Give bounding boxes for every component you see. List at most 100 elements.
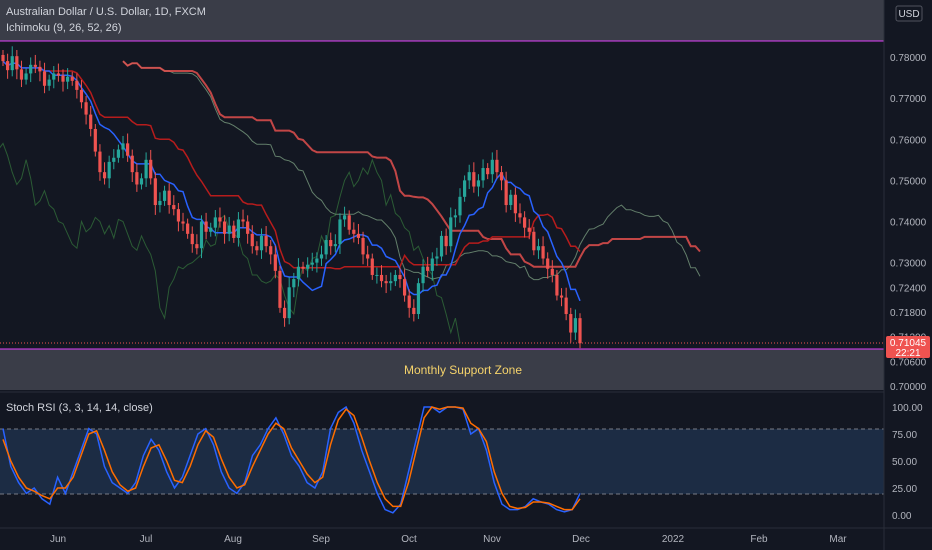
candle-body	[269, 246, 273, 255]
candle-body	[315, 258, 319, 263]
candle-body	[282, 307, 287, 319]
candle-body	[70, 76, 74, 81]
time-tick-label: Aug	[224, 534, 242, 545]
candle-body	[342, 215, 347, 220]
candle-body	[569, 314, 573, 333]
candle-body	[52, 73, 56, 80]
candle-body	[379, 274, 384, 282]
candle-body	[98, 151, 102, 173]
symbol-title[interactable]: Australian Dollar / U.S. Dollar, 1D, FXC…	[6, 6, 206, 18]
candle-body	[486, 168, 490, 175]
candle-body	[190, 233, 194, 245]
candle-body	[370, 258, 374, 275]
time-tick-label: Jul	[140, 534, 153, 545]
price-tick-label: 0.71800	[890, 308, 927, 319]
candle-body	[555, 274, 559, 296]
candle-body	[227, 225, 231, 234]
candle-body	[172, 205, 176, 210]
candle-body	[523, 217, 527, 228]
candle-body	[278, 270, 282, 308]
time-tick-label: 2022	[662, 534, 685, 545]
chart-canvas[interactable]: Monthly Support Zone Stoch RSI (3, 3, 14…	[0, 0, 932, 550]
candle-body	[102, 172, 107, 179]
price-tick-label: 0.74000	[890, 218, 927, 229]
candle-body	[89, 114, 93, 129]
candle-body	[559, 295, 564, 298]
candle-body	[107, 161, 111, 179]
candle-body	[19, 69, 24, 80]
candle-body	[38, 66, 42, 72]
candle-body	[329, 240, 333, 247]
candle-body	[504, 180, 508, 206]
time-tick-label: Oct	[401, 534, 417, 545]
candle-body	[246, 221, 250, 234]
candle-body	[236, 219, 241, 238]
candle-body	[84, 102, 88, 115]
candle-body	[449, 217, 453, 247]
stoch-tick-label: 25.00	[892, 484, 917, 495]
candle-body	[15, 56, 19, 70]
candle-body	[398, 274, 402, 280]
price-tick-label: 0.72400	[890, 283, 927, 294]
candle-body	[186, 223, 190, 234]
indicator-label[interactable]: Ichimoku (9, 26, 52, 26)	[6, 22, 122, 34]
candle-body	[306, 264, 310, 269]
candle-body	[255, 246, 259, 251]
candle-body	[375, 274, 379, 276]
candle-body	[421, 266, 425, 284]
candle-body	[296, 266, 301, 280]
candle-body	[162, 190, 167, 201]
candle-body	[301, 266, 305, 269]
candle-body	[153, 178, 157, 206]
candle-body	[532, 231, 536, 251]
candle-body	[407, 295, 411, 308]
support-zone-label: Monthly Support Zone	[404, 363, 522, 377]
candle-body	[356, 233, 361, 238]
candle-body	[430, 258, 434, 271]
candle-body	[499, 172, 504, 181]
candle-body	[204, 221, 208, 232]
stoch-tick-label: 0.00	[892, 511, 912, 522]
candle-body	[361, 237, 365, 255]
candle-body	[458, 196, 462, 216]
time-tick-label: Mar	[829, 534, 847, 545]
candle-body	[264, 235, 268, 247]
candle-body	[209, 227, 213, 232]
price-tick-label: 0.76000	[890, 135, 927, 146]
candle-body	[75, 80, 79, 90]
candle-body	[384, 281, 388, 284]
bar-countdown: 22:21	[895, 348, 920, 359]
candle-body	[324, 240, 328, 255]
candle-body	[402, 279, 407, 296]
price-tick-label: 0.78000	[890, 53, 927, 64]
candle-body	[33, 64, 37, 67]
candle-body	[578, 318, 582, 344]
candle-body	[527, 227, 531, 232]
candle-body	[333, 244, 337, 247]
candle-body	[199, 221, 204, 249]
candle-body	[112, 157, 116, 162]
candle-body	[213, 217, 217, 228]
stoch-tick-label: 75.00	[892, 430, 917, 441]
candle-body	[29, 64, 33, 74]
candle-body	[338, 219, 342, 245]
candle-body	[218, 217, 222, 222]
candle-body	[573, 318, 577, 333]
candle-body	[453, 215, 457, 218]
candle-body	[513, 194, 517, 214]
candle-body	[93, 128, 97, 152]
candle-body	[550, 268, 554, 275]
stoch-title: Stoch RSI (3, 3, 14, 14, close)	[6, 402, 153, 414]
currency-button-label: USD	[898, 9, 919, 20]
candle-body	[149, 159, 153, 179]
candle-body	[126, 143, 130, 156]
candle-body	[61, 75, 65, 82]
candle-body	[463, 180, 467, 197]
candle-body	[467, 172, 471, 181]
candle-body	[24, 73, 28, 80]
candle-body	[546, 258, 550, 269]
candle-body	[439, 235, 444, 257]
candle-body	[509, 194, 513, 206]
candle-body	[426, 266, 430, 271]
price-tick-label: 0.75000	[890, 176, 927, 187]
